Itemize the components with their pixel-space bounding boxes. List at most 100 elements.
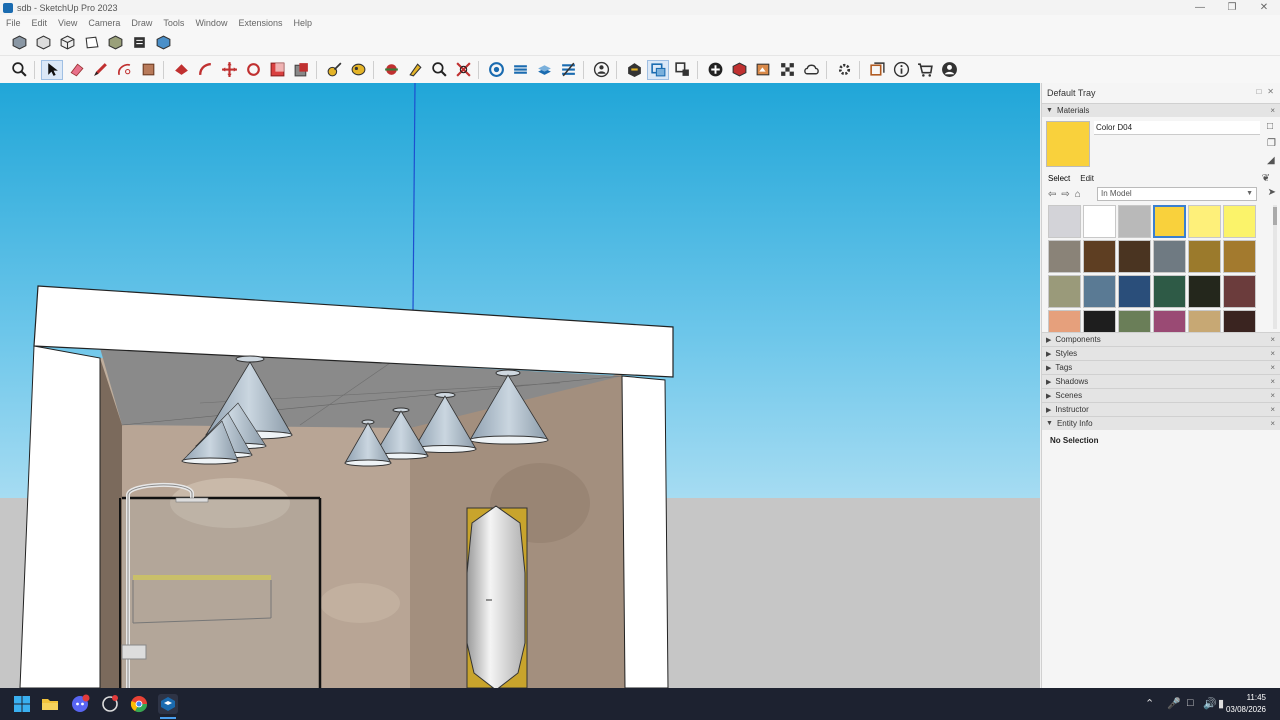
create-material-icon[interactable]: ❐	[1267, 138, 1276, 149]
material-swatch[interactable]	[1153, 240, 1186, 273]
section-cuts-icon[interactable]	[533, 60, 555, 80]
panel-instructor-header[interactable]: ▶ Instructor ×	[1042, 402, 1280, 416]
menu-extensions[interactable]: Extensions	[232, 18, 287, 28]
material-swatch[interactable]	[1153, 310, 1186, 332]
menu-edit[interactable]: Edit	[26, 18, 53, 28]
discord-icon[interactable]	[70, 694, 90, 714]
microphone-icon[interactable]: 🎤	[1167, 697, 1181, 710]
follow-me-icon[interactable]	[194, 60, 216, 80]
orbit-icon[interactable]	[380, 60, 402, 80]
section-plane-icon[interactable]	[485, 60, 507, 80]
material-swatch[interactable]	[1223, 205, 1256, 238]
panel-close-icon[interactable]: ×	[1270, 335, 1275, 344]
system-clock[interactable]: 11:45 03/08/2026	[1226, 692, 1266, 716]
material-swatch[interactable]	[1223, 275, 1256, 308]
current-material-swatch[interactable]	[1046, 121, 1090, 167]
pencil-icon[interactable]	[89, 60, 111, 80]
solid-tools-icon[interactable]	[728, 60, 750, 80]
shapes-icon[interactable]	[113, 60, 135, 80]
push-pull-icon[interactable]	[137, 60, 159, 80]
material-swatch[interactable]	[1083, 310, 1116, 332]
menu-file[interactable]: File	[0, 18, 26, 28]
front-view-icon[interactable]	[56, 33, 78, 53]
windows-start-icon[interactable]	[12, 694, 32, 714]
select-group-icon[interactable]	[647, 59, 669, 80]
material-swatch[interactable]	[1188, 310, 1221, 332]
minimize-icon[interactable]: —	[1184, 0, 1216, 15]
user-icon[interactable]	[590, 60, 612, 80]
material-swatch[interactable]	[1188, 240, 1221, 273]
move-icon[interactable]	[218, 60, 240, 80]
material-swatch[interactable]	[1153, 275, 1186, 308]
section-display-icon[interactable]	[509, 60, 531, 80]
panel-close-icon[interactable]: ×	[1270, 405, 1275, 414]
material-swatch[interactable]	[1048, 205, 1081, 238]
zoom-extents-icon[interactable]	[452, 60, 474, 80]
forward-arrow-icon[interactable]: ⇨	[1061, 189, 1069, 200]
material-swatch[interactable]	[1048, 310, 1081, 332]
material-swatch[interactable]	[1048, 240, 1081, 273]
show-hidden-icons-icon[interactable]: ⌃	[1145, 697, 1154, 710]
material-swatch[interactable]	[1118, 240, 1151, 273]
material-swatch[interactable]	[1223, 240, 1256, 273]
material-swatch[interactable]	[1153, 205, 1186, 238]
back-view-icon[interactable]	[104, 33, 126, 53]
panel-close-icon[interactable]: ×	[1270, 391, 1275, 400]
panel-entity-info-header[interactable]: ▼ Entity Info ×	[1042, 416, 1280, 430]
panel-shadows-header[interactable]: ▶ Shadows ×	[1042, 374, 1280, 388]
layout-icon[interactable]	[866, 60, 888, 80]
bottom-view-icon[interactable]	[152, 33, 174, 53]
eyedropper-icon[interactable]: ❦	[1256, 173, 1274, 184]
material-name-field[interactable]: Color D04	[1094, 121, 1260, 135]
offset-icon[interactable]	[290, 60, 312, 80]
close-icon[interactable]: ✕	[1248, 0, 1280, 15]
right-view-icon[interactable]	[80, 33, 102, 53]
cloud-icon[interactable]	[800, 60, 822, 80]
material-swatch[interactable]	[1083, 275, 1116, 308]
file-explorer-icon[interactable]	[40, 694, 60, 714]
restore-icon[interactable]: ❐	[1216, 0, 1248, 15]
cut-icon[interactable]	[671, 60, 693, 80]
chrome-icon[interactable]	[129, 694, 149, 714]
battery-icon[interactable]: ▮	[1218, 697, 1224, 710]
back-arrow-icon[interactable]: ⇦	[1048, 189, 1056, 200]
menu-view[interactable]: View	[52, 18, 82, 28]
walk-icon[interactable]	[347, 60, 369, 80]
tray-close-icon[interactable]: ✕	[1267, 87, 1274, 96]
collection-dropdown[interactable]: In Model ▼	[1097, 187, 1257, 201]
menu-window[interactable]: Window	[189, 18, 232, 28]
account-icon[interactable]	[938, 60, 960, 80]
panel-close-icon[interactable]: ×	[1270, 419, 1275, 428]
material-swatch[interactable]	[1188, 275, 1221, 308]
panel-close-icon[interactable]: ×	[1270, 377, 1275, 386]
tab-select[interactable]: Select	[1042, 174, 1074, 183]
panel-close-icon[interactable]: ×	[1270, 363, 1275, 372]
components-icon[interactable]	[623, 60, 645, 80]
select-icon[interactable]	[41, 59, 63, 80]
cart-icon[interactable]	[914, 60, 936, 80]
tape-measure-icon[interactable]	[323, 60, 345, 80]
details-arrow-icon[interactable]: ➤	[1268, 187, 1276, 198]
info-icon[interactable]	[890, 60, 912, 80]
swatch-grid-scrollbar[interactable]	[1273, 205, 1277, 329]
section-fill-icon[interactable]	[557, 60, 579, 80]
material-swatch[interactable]	[1083, 240, 1116, 273]
photo-texture-icon[interactable]	[752, 60, 774, 80]
sketchup-icon[interactable]	[158, 694, 178, 714]
home-icon[interactable]: ⌂	[1075, 189, 1081, 200]
scale-icon[interactable]	[266, 60, 288, 80]
material-swatch[interactable]	[1118, 205, 1151, 238]
tab-edit[interactable]: Edit	[1074, 174, 1098, 183]
checker-icon[interactable]	[776, 60, 798, 80]
default-material-icon[interactable]: ◢	[1267, 155, 1276, 166]
material-swatch[interactable]	[1048, 275, 1081, 308]
material-swatch[interactable]	[1083, 205, 1116, 238]
panel-components-header[interactable]: ▶ Components ×	[1042, 332, 1280, 346]
materials-panel-header[interactable]: ▼ Materials ×	[1042, 103, 1280, 117]
tray-pin-icon[interactable]: □	[1256, 87, 1261, 96]
panel-close-icon[interactable]: ×	[1270, 349, 1275, 358]
menu-camera[interactable]: Camera	[82, 18, 125, 28]
material-swatch[interactable]	[1118, 310, 1151, 332]
display-secondary-icon[interactable]: □	[1267, 121, 1276, 132]
add-icon[interactable]	[704, 60, 726, 80]
